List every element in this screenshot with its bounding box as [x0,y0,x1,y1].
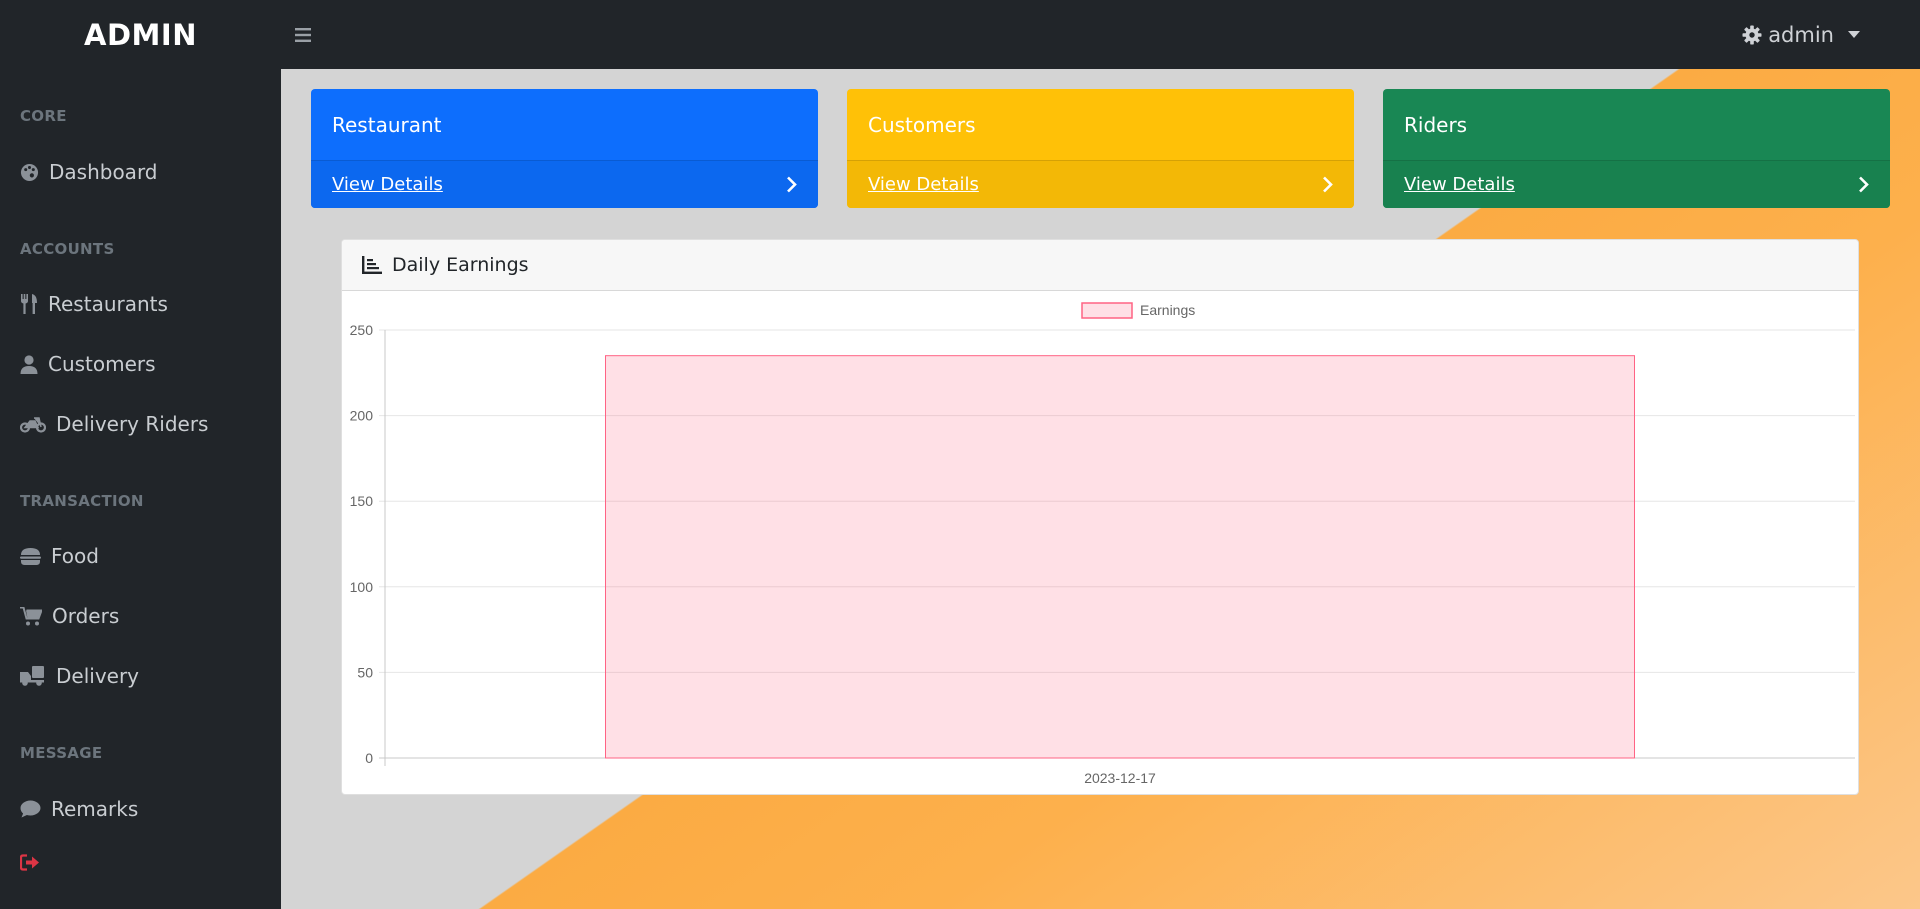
card-title: Customers [868,112,976,137]
sidebar-item-label: Delivery Riders [56,412,209,436]
sidebar-item-delivery[interactable]: Delivery [20,661,139,691]
daily-earnings-card: Daily Earnings 0 50 100 150 200 250 2023-12-17… [341,239,1859,795]
sidebar-item-delivery-riders[interactable]: Delivery Riders [20,409,208,439]
bars-icon [295,27,311,42]
sign-out-icon [20,853,39,871]
section-heading-core: CORE [20,107,67,125]
x-tick-label: 2023-12-17 [1084,770,1156,786]
brand-logo[interactable]: ADMIN [0,18,281,52]
card-title: Riders [1404,112,1468,137]
sidebar-item-dashboard[interactable]: Dashboard [20,157,158,187]
cart-icon [20,606,42,625]
y-tick-label: 0 [365,750,373,766]
comment-icon [20,800,41,818]
sidebar-item-remarks[interactable]: Remarks [20,794,138,824]
sidebar-item-label: Orders [52,604,120,628]
sidebar-item-label: Restaurants [48,292,168,316]
bar [605,355,1635,759]
chart-header: Daily Earnings [342,240,1858,291]
palette-icon [20,163,39,181]
view-details-link[interactable]: View Details [868,174,979,195]
card-footer: View Details [847,160,1354,208]
chevron-right-icon[interactable] [786,176,797,193]
chart-title: Daily Earnings [392,254,529,276]
restaurant-card: Restaurant View Details [311,89,818,208]
sidebar-item-label: Food [51,544,99,568]
card-footer: View Details [311,160,818,208]
section-heading-transaction: TRANSACTION [20,492,144,510]
y-tick-label: 250 [350,322,374,338]
card-title: Restaurant [332,112,442,137]
sidebar-toggle-button[interactable] [291,23,315,47]
section-heading-message: MESSAGE [20,744,103,762]
sidebar-item-label: Dashboard [49,160,158,184]
sidebar-item-label: Customers [48,352,156,376]
sidebar-item-restaurants[interactable]: Restaurants [20,289,168,319]
card-footer: View Details [1383,160,1890,208]
legend-label: Earnings [1140,302,1195,318]
truck-icon [20,666,44,686]
sidebar-item-customers[interactable]: Customers [20,349,156,379]
customers-card: Customers View Details [847,89,1354,208]
legend-swatch [1081,302,1133,319]
gear-icon [1742,25,1762,44]
chevron-right-icon[interactable] [1322,176,1333,193]
main-content: Restaurant View Details Customers View D… [281,69,1920,909]
sidebar-item-label: Remarks [51,797,139,821]
view-details-link[interactable]: View Details [1404,174,1515,195]
motorcycle-icon [20,417,46,433]
caret-down-icon [1848,31,1860,38]
burger-icon [20,547,41,565]
view-details-link[interactable]: View Details [332,174,443,195]
sidebar: CORE Dashboard ACCOUNTS Restaurants Cust… [0,69,281,909]
chevron-right-icon[interactable] [1858,176,1869,193]
section-heading-accounts: ACCOUNTS [20,240,115,258]
utensils-icon [21,294,37,314]
y-tick-label: 100 [350,579,374,595]
sidebar-item-food[interactable]: Food [20,541,99,571]
logout-button[interactable] [20,847,40,877]
y-tick-label: 150 [350,493,374,509]
top-navbar: ADMIN admin [0,0,1920,69]
earnings-chart: 0 50 100 150 200 250 2023-12-17 Earnings [350,302,1855,786]
riders-card: Riders View Details [1383,89,1890,208]
chart-area-icon [362,256,382,274]
y-tick-label: 200 [350,408,374,424]
sidebar-item-orders[interactable]: Orders [20,601,119,631]
chart-body: 0 50 100 150 200 250 2023-12-17 Earnings [342,291,1858,794]
sidebar-item-label: Delivery [56,664,140,688]
user-name: admin [1768,22,1834,47]
y-tick-label: 50 [357,664,373,680]
user-icon [20,354,38,374]
user-dropdown[interactable]: admin [1742,0,1860,69]
